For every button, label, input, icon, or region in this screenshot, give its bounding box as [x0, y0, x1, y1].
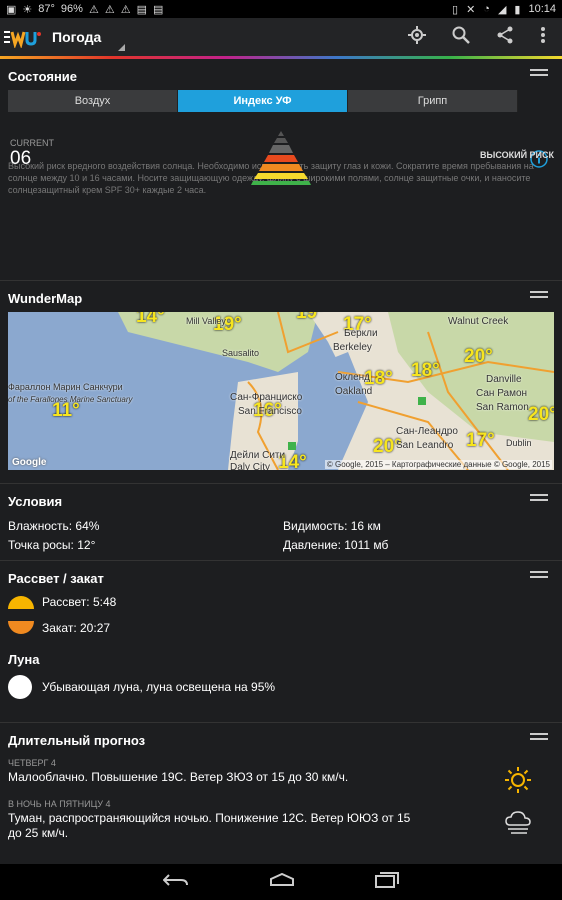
map-label: San Francisco: [238, 406, 302, 417]
page-title[interactable]: Погода: [52, 29, 101, 45]
drag-handle-icon[interactable]: [530, 571, 548, 581]
status-temp: 87°: [38, 3, 55, 15]
app-logo[interactable]: [4, 26, 42, 48]
forecast-section: Длительный прогноз ЧЕТВЕРГ 4 Малооблачно…: [0, 723, 562, 841]
status-bar: ▣ ☀ 87° 96% ⚠ ⚠ ⚠ ▤ ▤ ▯ ✕ ◔ ◢ ▮ 10:14: [0, 0, 562, 18]
map-label: Dublin: [506, 438, 532, 448]
uv-pyramid-icon: [247, 131, 315, 190]
forecast-day: ЧЕТВЕРГ 4: [8, 758, 56, 768]
wifi-icon: ◔: [483, 3, 490, 15]
map-temp: 18°: [411, 360, 440, 381]
state-section: Состояние Воздух Индекс УФ Грипп CURRENT…: [0, 59, 562, 281]
status-time: 10:14: [528, 3, 556, 15]
drag-handle-icon[interactable]: [530, 69, 548, 79]
map-label: Oakland: [335, 386, 373, 397]
tab-flu[interactable]: Грипп: [348, 90, 518, 112]
map-label: Daly City: [230, 462, 271, 470]
map-label: Сан-Франциско: [230, 392, 303, 403]
uv-risk-label: ВЫСОКИЙ РИСК: [480, 150, 554, 160]
forecast-day: В НОЧЬ НА ПЯТНИЦУ 4: [8, 799, 111, 809]
forecast-text: Малооблачно. Повышение 19С. Ветер ЗЮЗ от…: [8, 770, 349, 784]
warning-icon: ⚠: [104, 3, 115, 16]
map-label: Сан-Леандро: [396, 426, 458, 437]
map-label: Walnut Creek: [448, 316, 509, 327]
map-label: Berkeley: [333, 342, 372, 353]
section-title: Условия: [8, 494, 63, 509]
visibility-value: Видимость: 16 км: [283, 519, 381, 533]
forecast-text: Туман, распространяющийся ночью. Понижен…: [8, 811, 411, 840]
notification-icon: ▣: [6, 3, 17, 16]
status-percent: 96%: [60, 3, 83, 15]
moon-title: Луна: [8, 652, 40, 667]
sunset-icon: [8, 621, 34, 634]
section-title: WunderMap: [8, 291, 83, 306]
photo-icon: ▤: [136, 3, 147, 16]
conditions-section: Условия Влажность: 64% Видимость: 16 км …: [0, 484, 562, 561]
sunrise-time: Рассвет: 5:48: [42, 595, 117, 609]
map-label: Беркли: [344, 328, 378, 339]
forecast-item[interactable]: ЧЕТВЕРГ 4 Малооблачно. Повышение 19С. Ве…: [0, 758, 562, 793]
map-label: Sausalito: [222, 348, 260, 358]
warning-icon: ⚠: [88, 3, 99, 16]
uv-current: CURRENT 06: [10, 138, 54, 170]
map-copyright: © Google, 2015 – Картографические данные…: [324, 460, 552, 469]
state-tabs: Воздух Индекс УФ Грипп: [8, 90, 518, 112]
map-temp: 20°: [464, 346, 493, 367]
dewpoint-value: Точка росы: 12°: [8, 538, 96, 552]
map-temp: 19°: [296, 312, 325, 323]
section-title: Длительный прогноз: [8, 733, 146, 748]
map-label: Danville: [486, 374, 522, 385]
map-label: Дейли Сити: [230, 450, 286, 461]
pressure-value: Давление: 1011 мб: [283, 538, 389, 552]
warning-icon: ⚠: [120, 3, 131, 16]
sunset-time: Закат: 20:27: [42, 621, 111, 635]
drag-handle-icon[interactable]: [530, 291, 548, 301]
uv-current-value: 06: [10, 148, 32, 169]
map-label: Mill Valley: [186, 316, 226, 326]
photo-icon: ▤: [152, 3, 164, 16]
fog-cloud-icon: [504, 811, 532, 840]
drag-handle-icon[interactable]: [530, 733, 548, 743]
battery-icon: ▮: [514, 3, 521, 16]
drag-handle-icon[interactable]: [530, 494, 548, 504]
sunrise-icon: [8, 596, 34, 609]
signal-icon: ◢: [497, 3, 507, 16]
system-nav-bar: [0, 864, 562, 900]
section-title: Рассвет / закат: [8, 571, 104, 586]
wifi-off-icon: ✕: [466, 3, 476, 16]
uv-current-label: CURRENT: [10, 138, 54, 148]
overflow-menu-icon[interactable]: [540, 26, 546, 49]
map-label: of the Farallones Marine Sanctuary: [8, 395, 133, 404]
map-label: Сан Рамон: [476, 388, 528, 399]
map-label: Окленд: [335, 372, 371, 383]
tab-uv-index[interactable]: Индекс УФ: [178, 90, 348, 112]
tab-air[interactable]: Воздух: [8, 90, 178, 112]
sun-section: Рассвет / закат Рассвет: 5:48 Закат: 20:…: [0, 561, 562, 723]
map-temp: 20°: [528, 404, 554, 425]
share-icon[interactable]: [496, 26, 514, 49]
search-icon[interactable]: [452, 26, 470, 49]
dropdown-corner-icon[interactable]: [118, 44, 125, 51]
battery-saver-icon: ▯: [452, 3, 459, 16]
map-label: Фараллон Марин Санкчури: [8, 382, 123, 392]
forecast-item[interactable]: В НОЧЬ НА ПЯТНИЦУ 4 Туман, распространяю…: [0, 799, 562, 841]
map-temp: 17°: [466, 430, 495, 451]
google-logo: Google: [12, 457, 47, 468]
section-title: Состояние: [8, 69, 78, 84]
map-label: San Leandro: [396, 440, 454, 451]
map-label: San Ramon: [476, 402, 529, 413]
wundermap-map[interactable]: 14° 19° 17° 20° 18° 18° 16° 11° 20° 17° …: [8, 312, 554, 470]
home-icon[interactable]: [269, 872, 295, 892]
recent-apps-icon[interactable]: [375, 871, 399, 893]
moon-phase: Убывающая луна, луна освещена на 95%: [42, 680, 276, 694]
wundermap-section: WunderMap 14° 19° 17° 20° 18° 18° 16° 11…: [0, 281, 562, 484]
sun-icon: [504, 766, 532, 799]
humidity-value: Влажность: 64%: [8, 519, 100, 533]
moon-icon: [8, 675, 32, 699]
map-temp: 14°: [136, 312, 165, 327]
weather-notification-icon: ☀: [22, 3, 33, 16]
app-bar: Погода: [0, 18, 562, 56]
location-icon[interactable]: [408, 25, 426, 49]
back-icon[interactable]: [162, 873, 189, 892]
